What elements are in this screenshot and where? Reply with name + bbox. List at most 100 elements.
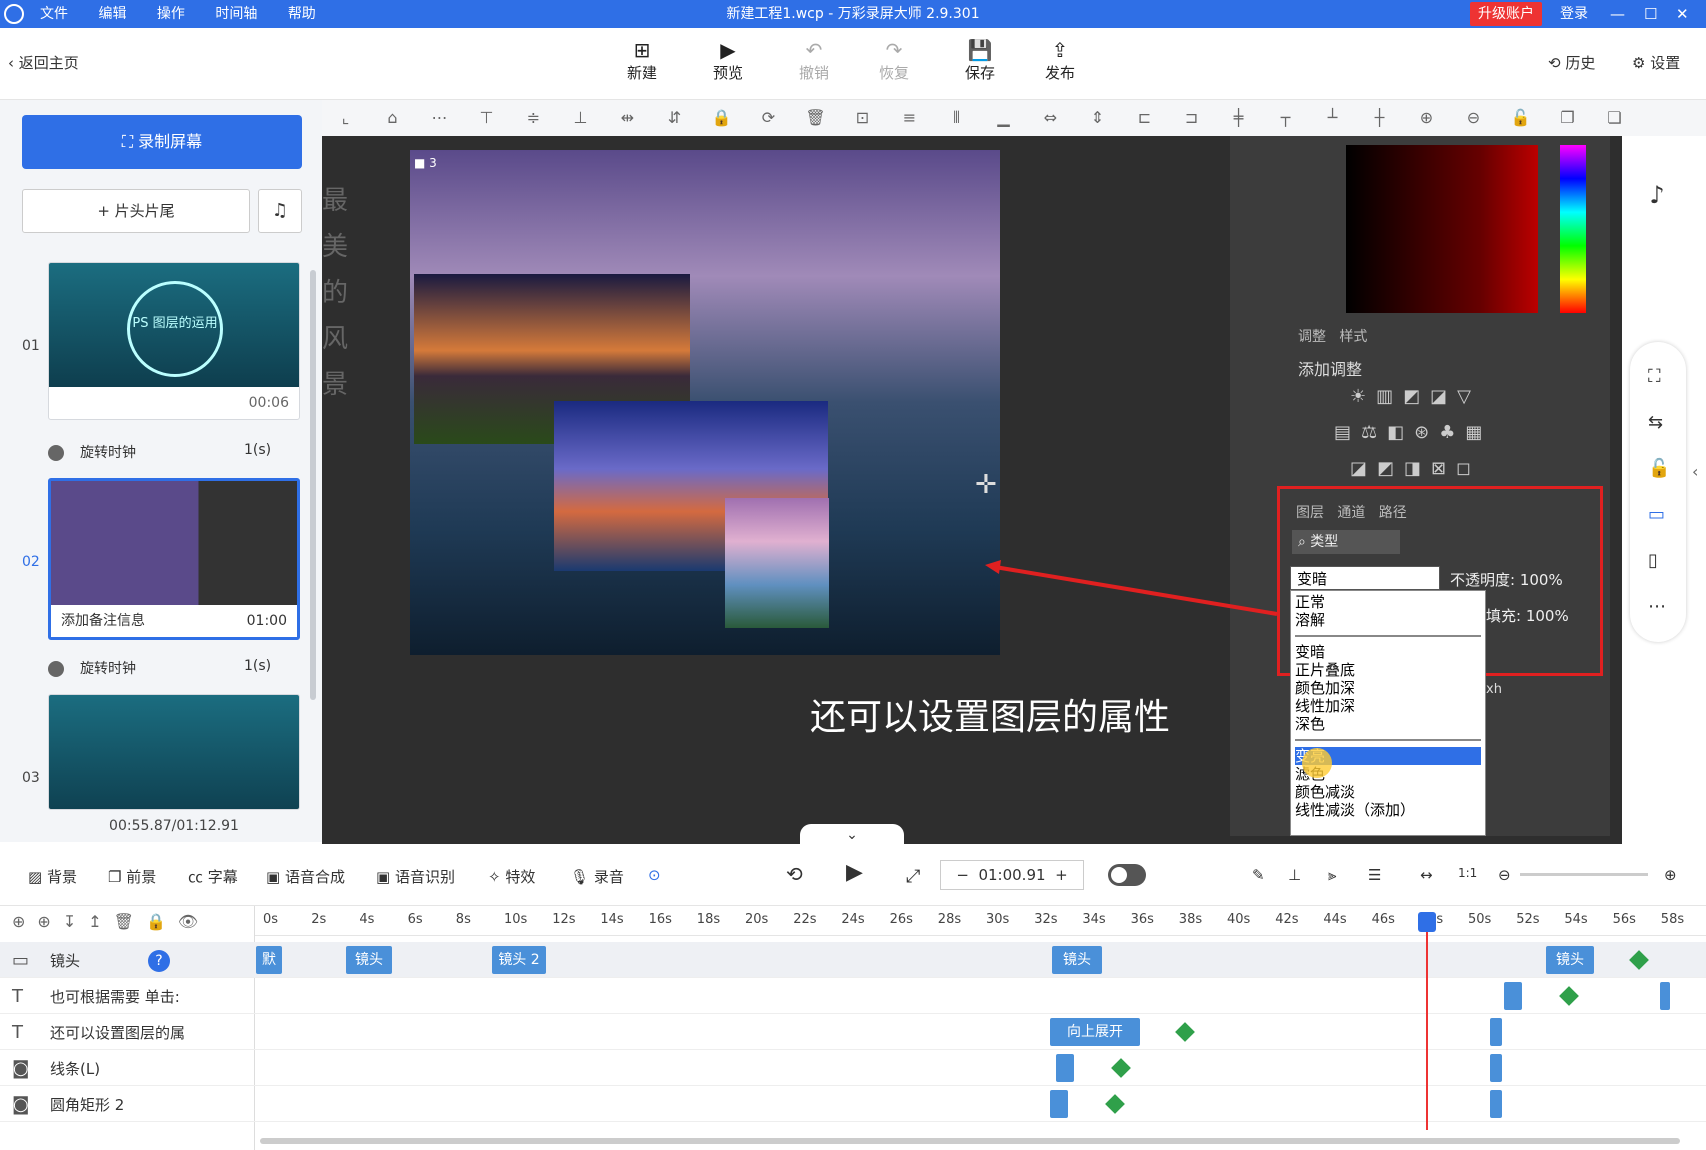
zoom-in-icon[interactable]: ⊕ bbox=[1664, 866, 1677, 884]
effects-button[interactable]: ✧ 特效 bbox=[488, 866, 535, 887]
distribute-h-icon[interactable]: ≡ bbox=[886, 100, 933, 136]
menu-edit[interactable]: 编辑 bbox=[98, 0, 126, 28]
transition-item[interactable]: 旋转时钟 1(s) bbox=[48, 658, 271, 678]
monitor-icon[interactable]: ▭ bbox=[1648, 504, 1665, 525]
edit-icon[interactable]: ✎ bbox=[1252, 866, 1265, 884]
more-icon[interactable]: ⋯ bbox=[1648, 596, 1666, 617]
unlock-icon[interactable]: 🔓 bbox=[1648, 458, 1670, 479]
play-icon[interactable]: ▶ bbox=[846, 860, 863, 885]
screenshot-icon[interactable]: ⛶ bbox=[1648, 366, 1661, 387]
publish-button[interactable]: ⇪ 发布 bbox=[1030, 38, 1090, 83]
filter-icon[interactable]: ⫸ bbox=[1328, 866, 1336, 884]
zoom-slider[interactable] bbox=[1520, 873, 1648, 876]
ratio-icon[interactable]: 1:1 bbox=[1458, 866, 1477, 880]
login-button[interactable]: 登录 bbox=[1560, 0, 1588, 28]
top-edge-icon[interactable]: ┬ bbox=[1262, 100, 1309, 136]
align-right-icon[interactable]: ⊐ bbox=[1168, 100, 1215, 136]
align-bottom-icon[interactable]: ⊥ bbox=[557, 100, 604, 136]
home-icon[interactable]: ⌂ bbox=[369, 100, 416, 136]
zoom-out-icon[interactable]: ⊖ bbox=[1498, 866, 1511, 884]
timeline-clip[interactable] bbox=[1490, 1054, 1502, 1082]
fit-icon[interactable]: ⊡ bbox=[839, 100, 886, 136]
toggle-switch[interactable] bbox=[1108, 864, 1146, 886]
distribute-v-icon[interactable]: ⦀ bbox=[933, 100, 980, 136]
scene-thumbnail-1[interactable]: PS 图层的运用 00:06 bbox=[48, 262, 300, 420]
timeline-scrollbar[interactable] bbox=[260, 1138, 1680, 1144]
menu-file[interactable]: 文件 bbox=[40, 0, 68, 28]
upgrade-button[interactable]: 升级账户 bbox=[1470, 2, 1542, 26]
sliders-icon[interactable]: ☰ bbox=[1368, 866, 1381, 884]
help-icon[interactable]: ? bbox=[148, 950, 170, 972]
background-button[interactable]: ▨ 背景 bbox=[28, 866, 77, 887]
more-icon[interactable]: ⋯ bbox=[416, 100, 463, 136]
redo-button[interactable]: ↷ 恢复 bbox=[864, 38, 924, 83]
settings-button[interactable]: ⚙ 设置 bbox=[1632, 52, 1680, 73]
time-stepper[interactable]: − 01:00.91 + bbox=[940, 860, 1084, 890]
caption-text[interactable]: 还可以设置图层的属性 bbox=[810, 688, 1170, 740]
close-icon[interactable]: ✕ bbox=[1676, 0, 1689, 28]
timeline-clip[interactable]: 镜头 bbox=[346, 946, 392, 974]
back-home-button[interactable]: ‹ 返回主页 bbox=[8, 52, 79, 73]
flip-h-icon[interactable]: ⇹ bbox=[604, 100, 651, 136]
unlock-icon[interactable]: 🔓 bbox=[1497, 100, 1544, 136]
track-row[interactable] bbox=[0, 1014, 1706, 1050]
timeline-clip[interactable] bbox=[1056, 1054, 1074, 1082]
maximize-icon[interactable]: ☐ bbox=[1644, 0, 1657, 28]
tts-button[interactable]: ▣ 语音合成 bbox=[266, 866, 345, 887]
center-v-icon[interactable]: ┼ bbox=[1356, 100, 1403, 136]
transition-item[interactable]: 旋转时钟 1(s) bbox=[48, 442, 271, 462]
new-button[interactable]: ⊞ 新建 bbox=[612, 38, 672, 83]
rotate-icon[interactable]: ⟳ bbox=[745, 100, 792, 136]
save-button[interactable]: 💾 保存 bbox=[950, 38, 1010, 83]
timeline-clip[interactable] bbox=[1504, 982, 1522, 1010]
playhead-handle[interactable] bbox=[1418, 912, 1436, 932]
minimize-icon[interactable]: — bbox=[1610, 0, 1625, 28]
record-screen-button[interactable]: ⛶ 录制屏幕 bbox=[22, 115, 302, 169]
timeline-clip[interactable] bbox=[1490, 1018, 1502, 1046]
timeline-clip[interactable] bbox=[1660, 982, 1670, 1010]
music-note-icon[interactable]: ♪ bbox=[1634, 172, 1680, 218]
timeline-clip[interactable]: 镜头 bbox=[1052, 946, 1102, 974]
menu-help[interactable]: 帮助 bbox=[288, 0, 316, 28]
scene-scrollbar[interactable] bbox=[310, 270, 316, 700]
fit-width-icon[interactable]: ↔ bbox=[1420, 866, 1433, 884]
flip-v-icon[interactable]: ⇵ bbox=[651, 100, 698, 136]
track-row[interactable] bbox=[0, 1086, 1706, 1122]
replay-icon[interactable]: ⟲ bbox=[786, 862, 803, 886]
scene-thumbnail-3[interactable] bbox=[48, 694, 300, 810]
chevron-left-icon[interactable]: ‹ bbox=[1692, 462, 1698, 481]
undo-button[interactable]: ↶ 撤销 bbox=[784, 38, 844, 83]
timeline-clip[interactable]: 镜头 bbox=[1546, 946, 1594, 974]
time-ruler[interactable]: 0s 2s 4s 6s 8s 10s 12s 14s 16s 18s 20s 22s 24s 26s 28s… bbox=[255, 906, 1706, 936]
align-top-icon[interactable]: ⊤ bbox=[463, 100, 510, 136]
align-bottom-edge-icon[interactable]: ▁ bbox=[980, 100, 1027, 136]
asr-button[interactable]: ▣ 语音识别 bbox=[376, 866, 455, 887]
menu-timeline[interactable]: 时间轴 bbox=[215, 0, 257, 28]
intro-outro-button[interactable]: + 片头片尾 bbox=[22, 189, 250, 233]
paste-icon[interactable]: ❏ bbox=[1591, 100, 1638, 136]
timeline-clip[interactable] bbox=[1050, 1090, 1068, 1118]
marker-icon[interactable]: ⊥ bbox=[1288, 866, 1301, 884]
spacing-h-icon[interactable]: ⇔ bbox=[1027, 100, 1074, 136]
center-h-icon[interactable]: ╪ bbox=[1215, 100, 1262, 136]
track-tool-icons[interactable]: ⊕⊕↧↥🗑🔒👁 bbox=[12, 912, 210, 931]
track-row[interactable] bbox=[0, 1050, 1706, 1086]
zoom-in-icon[interactable]: ⊕ bbox=[1403, 100, 1450, 136]
timeline-clip[interactable]: 向上展开 bbox=[1050, 1018, 1140, 1046]
align-middle-icon[interactable]: ≑ bbox=[510, 100, 557, 136]
phone-icon[interactable]: ▯ bbox=[1648, 550, 1658, 571]
foreground-button[interactable]: ❐ 前景 bbox=[108, 866, 156, 887]
sky-image[interactable] bbox=[725, 498, 829, 628]
timeline-clip[interactable]: 镜头 2 bbox=[492, 946, 546, 974]
track-row[interactable] bbox=[0, 978, 1706, 1014]
timeline-clip[interactable]: 默 bbox=[256, 946, 282, 974]
more-circle-icon[interactable]: ⊙ bbox=[648, 866, 661, 884]
preview-button[interactable]: ▶ 预览 bbox=[698, 38, 758, 83]
music-icon[interactable]: ♫ bbox=[258, 189, 302, 233]
bottom-edge-icon[interactable]: ┴ bbox=[1309, 100, 1356, 136]
spacing-v-icon[interactable]: ⇕ bbox=[1074, 100, 1121, 136]
menu-operate[interactable]: 操作 bbox=[157, 0, 185, 28]
timeline-clip[interactable] bbox=[1490, 1090, 1502, 1118]
history-button[interactable]: ⟲ 历史 bbox=[1548, 52, 1595, 73]
scene-thumbnail-2[interactable]: 添加备注信息 01:00 bbox=[48, 478, 300, 640]
